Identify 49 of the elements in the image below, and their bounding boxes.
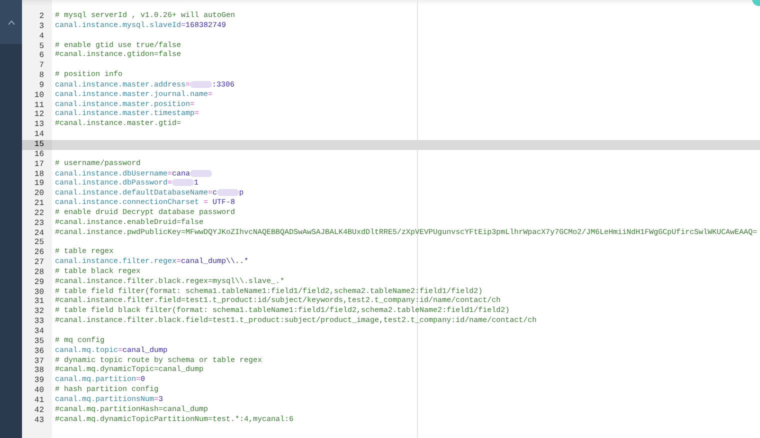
line-number: 25 <box>33 238 45 248</box>
line-number: 8 <box>38 71 45 81</box>
line-number: 29 <box>33 278 45 288</box>
line-number: 23 <box>33 218 45 229</box>
line-number: 4 <box>38 32 45 42</box>
line-number: 42 <box>33 406 45 416</box>
line-number: 40 <box>33 386 45 396</box>
line-number: 10 <box>33 90 45 101</box>
line-number: 28 <box>33 268 45 278</box>
line-number: 24 <box>33 228 45 238</box>
code-line[interactable]: 25 <box>22 238 760 248</box>
line-number: 26 <box>33 248 45 258</box>
line-number: 22 <box>33 208 45 219</box>
line-number: 32 <box>33 307 45 318</box>
line-number: 12 <box>33 110 45 120</box>
line-number: 37 <box>33 356 45 366</box>
caret-up-icon[interactable] <box>8 20 14 24</box>
line-number: 34 <box>33 327 45 337</box>
line-number: 27 <box>33 258 45 268</box>
line-number: 3 <box>38 22 45 32</box>
line-number: 33 <box>33 317 45 327</box>
line-number: 31 <box>33 297 45 308</box>
line-number: 43 <box>33 416 45 426</box>
line-number: 36 <box>33 346 45 357</box>
code-line[interactable]: 16 <box>22 150 760 160</box>
line-number: 39 <box>33 376 45 386</box>
line-number: 9 <box>38 80 45 91</box>
line-number: 35 <box>33 336 45 347</box>
line-number: 20 <box>33 189 45 200</box>
code-line[interactable]: 7 <box>22 61 760 72</box>
line-number: 21 <box>33 199 45 209</box>
code-line[interactable]: 14 <box>22 130 760 140</box>
line-number: 7 <box>38 61 45 72</box>
line-number: 38 <box>33 366 45 376</box>
line-number: 2 <box>38 12 45 22</box>
line-number: 41 <box>33 396 45 406</box>
line-number: 17 <box>33 160 45 170</box>
line-number: 11 <box>33 100 45 110</box>
line-number: 30 <box>33 288 45 298</box>
line-number: 18 <box>33 170 45 180</box>
line-number: 5 <box>38 42 45 52</box>
line-number: 15 <box>22 140 52 150</box>
line-number: 6 <box>38 51 45 62</box>
line-number: 14 <box>33 130 45 140</box>
line-number: 19 <box>33 179 45 190</box>
code-line[interactable]: 34 <box>22 327 760 337</box>
code-line[interactable]: 4 <box>22 32 760 42</box>
line-number: 13 <box>33 120 45 130</box>
line-number: 16 <box>33 150 45 160</box>
